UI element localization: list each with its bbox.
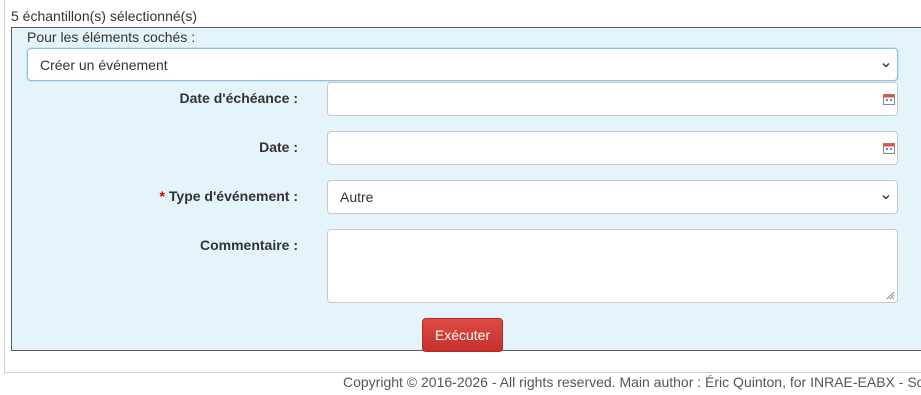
event-type-value: Autre bbox=[340, 189, 374, 205]
date-label: Date : bbox=[259, 139, 298, 155]
copyright-text: Copyright © 2016-2026 - All rights reser… bbox=[343, 374, 921, 390]
comment-textarea[interactable] bbox=[327, 229, 898, 303]
action-select-value: Créer un événement bbox=[40, 56, 168, 73]
chevron-down-icon bbox=[882, 62, 890, 67]
calendar-icon[interactable] bbox=[883, 93, 895, 105]
action-select[interactable]: Créer un événement bbox=[27, 48, 898, 81]
event-type-label-text: Type d'événement : bbox=[168, 188, 298, 204]
event-type-label: * Type d'événement : bbox=[159, 188, 298, 204]
date-input[interactable] bbox=[327, 131, 898, 165]
selection-count: 5 échantillon(s) sélectionné(s) bbox=[11, 8, 197, 24]
required-marker: * bbox=[159, 188, 165, 204]
due-date-label: Date d'échéance : bbox=[179, 90, 299, 106]
chevron-down-icon bbox=[882, 195, 890, 200]
due-date-input[interactable] bbox=[327, 82, 898, 116]
event-type-select[interactable]: Autre bbox=[327, 180, 898, 214]
resize-grip-icon[interactable] bbox=[886, 291, 895, 300]
comment-label: Commentaire : bbox=[199, 237, 298, 253]
execute-button[interactable]: Exécuter bbox=[422, 318, 503, 352]
calendar-icon[interactable] bbox=[883, 142, 895, 154]
panel-legend: Pour les éléments cochés : bbox=[27, 29, 196, 45]
